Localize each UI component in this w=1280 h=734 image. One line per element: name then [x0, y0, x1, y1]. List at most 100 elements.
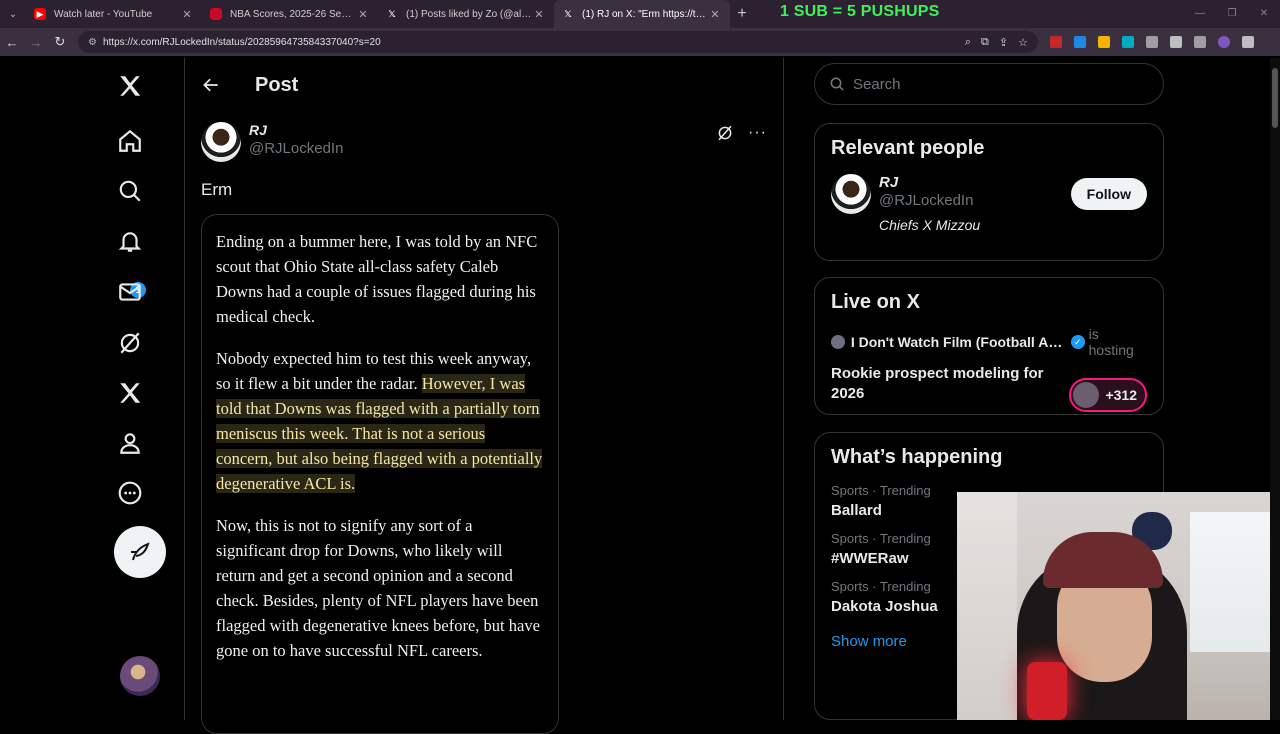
- browser-tab[interactable]: NBA Scores, 2025-26 Season - ✕: [202, 0, 378, 28]
- nba-icon: [210, 8, 222, 20]
- stream-promo-text: 1 SUB = 5 PUSHUPS: [780, 3, 940, 20]
- browser-toolbar: ← → ↻ ⚙ https://x.com/RJLockedIn/status/…: [0, 28, 1280, 56]
- account-avatar[interactable]: [120, 656, 160, 696]
- follow-button[interactable]: Follow: [1070, 178, 1147, 210]
- explore-search-icon[interactable]: [116, 177, 144, 205]
- more-options-icon[interactable]: [116, 479, 144, 507]
- feather-icon: [131, 542, 150, 561]
- notifications-bell-icon[interactable]: [116, 228, 144, 256]
- scrollbar-thumb[interactable]: [1272, 68, 1278, 128]
- new-tab-button[interactable]: +: [730, 5, 754, 23]
- extension-icon[interactable]: [1074, 36, 1086, 48]
- profile-avatar[interactable]: [1218, 36, 1230, 48]
- install-icon[interactable]: ⧉: [981, 36, 989, 49]
- post-header: Post: [185, 58, 783, 112]
- card-title: What’s happening: [831, 446, 1003, 468]
- webcam-overlay: [957, 492, 1280, 720]
- search-icon: [830, 77, 844, 91]
- close-tab-icon[interactable]: ✕: [532, 8, 546, 21]
- zoom-icon[interactable]: ⌕: [965, 36, 971, 49]
- puzzle-icon[interactable]: [1170, 36, 1182, 48]
- person-handle[interactable]: @RJLockedIn: [879, 191, 980, 211]
- hosting-label: is hosting: [1088, 326, 1134, 358]
- relevant-person[interactable]: RJ @RJLockedIn Chiefs X Mizzou Follow: [831, 174, 1147, 233]
- primary-nav: 1: [100, 58, 184, 720]
- premium-x-icon[interactable]: [116, 379, 144, 407]
- host-avatar: [831, 335, 845, 349]
- image-paragraph: Nobody expected him to test this week an…: [216, 346, 544, 496]
- person-name[interactable]: RJ: [879, 174, 980, 191]
- extension-icon[interactable]: [1146, 36, 1158, 48]
- live-on-x-card: Live on X I Don't Watch Film (Football A…: [814, 277, 1164, 415]
- extension-icon[interactable]: [1122, 36, 1134, 48]
- tab-title: NBA Scores, 2025-26 Season -: [230, 8, 356, 20]
- url-text: https://x.com/RJLockedIn/status/20285964…: [102, 36, 381, 48]
- image-paragraph: Now, this is not to signify any sort of …: [216, 516, 540, 660]
- main-column: Post RJ @RJLockedIn ··· Erm Ending on a …: [184, 58, 784, 734]
- host-name[interactable]: I Don't Watch Film (Football An...: [851, 334, 1065, 350]
- extension-icon[interactable]: [1050, 36, 1062, 48]
- youtube-icon: ▶: [34, 8, 46, 20]
- author-avatar[interactable]: [201, 122, 241, 162]
- menu-kebab-icon[interactable]: [1242, 36, 1254, 48]
- x-logo-icon: 𝕏: [388, 8, 396, 19]
- x-logo-icon: 𝕏: [564, 8, 572, 19]
- bookmark-star-icon[interactable]: ☆: [1018, 36, 1028, 49]
- post-actions: ···: [716, 124, 767, 142]
- grok-icon[interactable]: [116, 329, 144, 357]
- listener-count-pill[interactable]: +312: [1069, 378, 1147, 412]
- maximize-icon[interactable]: ❐: [1216, 0, 1248, 28]
- image-paragraph: Ending on a bummer here, I was told by a…: [216, 232, 538, 326]
- person-avatar[interactable]: [831, 174, 871, 214]
- compose-post-button[interactable]: [114, 526, 166, 578]
- browser-tab[interactable]: ▶ Watch later - YouTube ✕: [26, 0, 202, 28]
- live-topic[interactable]: Rookie prospect modeling for 2026: [831, 364, 1061, 404]
- microphone: [1027, 662, 1067, 720]
- close-tab-icon[interactable]: ✕: [708, 8, 722, 21]
- page-title: Post: [255, 73, 299, 96]
- back-icon[interactable]: ←: [0, 35, 24, 50]
- tab-title: (1) Posts liked by Zo (@alonzo: [406, 8, 532, 20]
- attached-image-text[interactable]: Ending on a bummer here, I was told by a…: [201, 214, 559, 734]
- search-input[interactable]: [853, 75, 1143, 93]
- more-menu-icon[interactable]: ···: [748, 124, 767, 142]
- grok-explain-icon[interactable]: [716, 124, 734, 142]
- post-text: Erm: [201, 180, 233, 199]
- close-tab-icon[interactable]: ✕: [356, 8, 370, 21]
- forward-icon[interactable]: →: [24, 35, 48, 50]
- extensions-bar: [1050, 36, 1254, 48]
- browser-tab-active[interactable]: 𝕏 (1) RJ on X: "Erm https://t.co/k ✕: [554, 0, 730, 28]
- profile-icon[interactable]: [116, 429, 144, 457]
- webcam-window: [1190, 512, 1280, 652]
- reading-list-icon[interactable]: [1194, 36, 1206, 48]
- listener-avatar: [1073, 382, 1100, 408]
- card-title: Relevant people: [831, 137, 985, 159]
- verified-badge-icon: ✓: [1070, 335, 1085, 349]
- post-author: RJ @RJLockedIn: [201, 122, 343, 162]
- share-icon[interactable]: ⇪: [999, 36, 1008, 49]
- person-bio: Chiefs X Mizzou: [879, 217, 981, 233]
- close-window-icon[interactable]: ✕: [1248, 0, 1280, 28]
- author-handle[interactable]: @RJLockedIn: [249, 139, 343, 159]
- back-arrow-icon[interactable]: [201, 75, 221, 95]
- author-name[interactable]: RJ: [249, 122, 343, 139]
- live-host-row[interactable]: I Don't Watch Film (Football An... ✓ is …: [831, 326, 1147, 358]
- card-title: Live on X: [831, 291, 920, 313]
- relevant-people-card: Relevant people RJ @RJLockedIn Chiefs X …: [814, 123, 1164, 261]
- x-logo-icon[interactable]: [116, 72, 144, 100]
- tab-list-button[interactable]: ⌄: [0, 0, 26, 28]
- close-tab-icon[interactable]: ✕: [180, 8, 194, 21]
- minimize-icon[interactable]: —: [1184, 0, 1216, 28]
- page-scrollbar[interactable]: [1270, 58, 1280, 720]
- search-box[interactable]: [814, 63, 1164, 105]
- browser-tab-bar: ⌄ ▶ Watch later - YouTube ✕ NBA Scores, …: [0, 0, 1280, 28]
- reload-icon[interactable]: ↻: [48, 34, 72, 50]
- home-icon[interactable]: [116, 127, 144, 155]
- tab-title: (1) RJ on X: "Erm https://t.co/k: [582, 8, 708, 20]
- webcam-background: [957, 492, 1017, 720]
- messages-envelope-icon[interactable]: [116, 278, 144, 306]
- site-info-icon[interactable]: ⚙: [88, 37, 97, 48]
- browser-tab[interactable]: 𝕏 (1) Posts liked by Zo (@alonzo ✕: [378, 0, 554, 28]
- address-bar[interactable]: ⚙ https://x.com/RJLockedIn/status/202859…: [78, 31, 1038, 53]
- extension-icon[interactable]: [1098, 36, 1110, 48]
